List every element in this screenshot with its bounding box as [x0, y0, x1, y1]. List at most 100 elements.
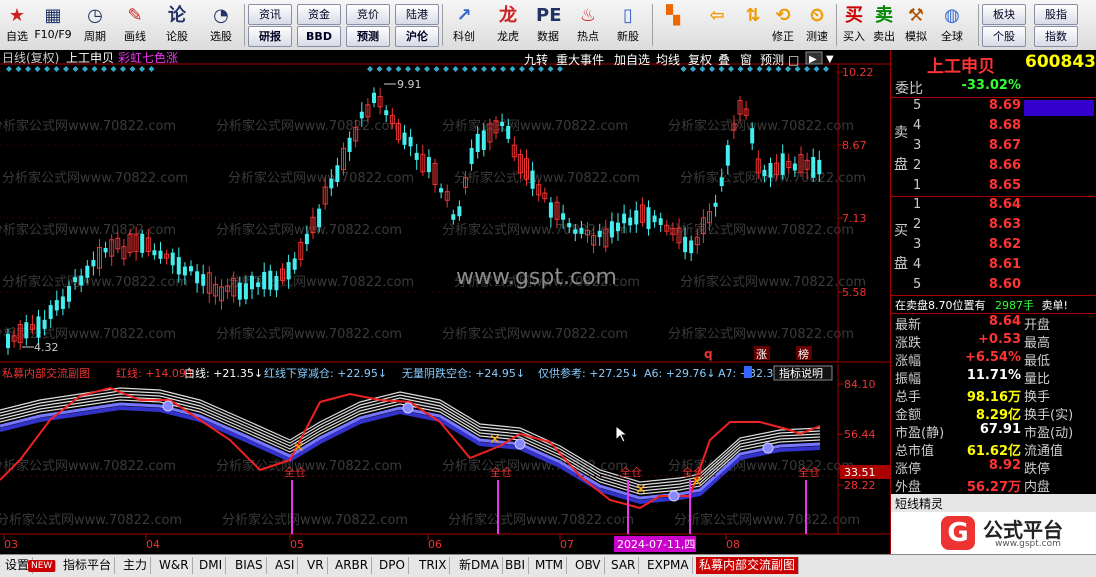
chart-menu-item[interactable]: 叠: [718, 53, 730, 67]
globe-icon: ◍: [944, 5, 960, 26]
科创-button[interactable]: ↗ 科创: [444, 2, 484, 48]
logo-url: www.gspt.com: [995, 539, 1061, 549]
画线-button[interactable]: ✎ 画线: [116, 2, 154, 48]
sell-level-row: 2 8.66: [891, 158, 1096, 178]
bottom-tab[interactable]: MTM: [532, 557, 568, 574]
bottom-tab[interactable]: NEW: [28, 560, 57, 572]
模拟-button[interactable]: ⚒ 模拟: [900, 2, 932, 48]
updown-icon-button[interactable]: ⇅: [736, 2, 770, 48]
level-price: 8.61: [988, 257, 1021, 272]
bottom-tab[interactable]: VR: [304, 557, 328, 574]
toolbar-label: 修正: [772, 30, 794, 43]
bottom-tab[interactable]: 私募内部交流副图: [696, 557, 800, 574]
bottom-tab[interactable]: SAR: [608, 557, 640, 574]
sub-indicator-value: 无量阴跌空仓: +24.95↓: [402, 366, 525, 380]
grid-button[interactable]: 资讯: [248, 4, 292, 25]
event-marker[interactable]: q: [704, 347, 713, 361]
watermark-text: 分析家公式网www.70822.com: [0, 222, 176, 238]
note-right: 卖单!: [1041, 299, 1068, 312]
logo-area: G 公式平台 www.gspt.com: [891, 512, 1096, 554]
stock-name: 上工申贝: [927, 57, 995, 77]
chart-area[interactable]: 分析家公式网www.70822.com 分析家公式网www.70822.com 分析…: [0, 50, 890, 554]
watermark-text: 分析家公式网www.70822.com: [216, 458, 402, 474]
stat-label-right: 最高: [1024, 336, 1051, 351]
period-label: 日线(复权): [2, 51, 59, 65]
chart-menu-item[interactable]: 加自选: [614, 53, 650, 67]
sub-tick-label: 56.44: [844, 428, 876, 441]
bottom-tab[interactable]: ARBR: [332, 557, 373, 574]
bottom-tab[interactable]: BBI: [502, 557, 530, 574]
x-signal-marker: ✕: [635, 482, 647, 498]
全球-button[interactable]: ◍ 全球: [936, 2, 968, 48]
卖出-button[interactable]: 卖卖出: [868, 2, 900, 48]
grid-button[interactable]: 研报: [248, 26, 292, 47]
bottom-tab[interactable]: EXPMA: [644, 557, 693, 574]
note-left: 在卖盘8.70位置有: [895, 299, 986, 312]
sell-level-row: 4 8.68: [891, 118, 1096, 138]
grid-button[interactable]: 陆港: [395, 4, 439, 25]
F10/F9-button[interactable]: ▦ F10/F9: [30, 2, 76, 48]
grid-button[interactable]: BBD: [297, 26, 341, 47]
chart-menu-item[interactable]: □: [788, 53, 799, 67]
论股-button[interactable]: 论论股: [158, 2, 196, 48]
time-tick-label: 07: [560, 538, 574, 551]
周期-button[interactable]: ◷ 周期: [76, 2, 114, 48]
bottom-tab[interactable]: DPO: [376, 557, 409, 574]
toolbar-label: 模拟: [905, 30, 927, 43]
bottom-tab[interactable]: DMI: [196, 557, 227, 574]
stat-label: 金额: [895, 408, 922, 423]
测速-button[interactable]: ⏲ 测速: [800, 2, 834, 48]
grid-button[interactable]: 沪伦: [395, 26, 439, 47]
chart-menu-item[interactable]: 重大事件: [556, 53, 604, 67]
refresh-icon: ⟲: [775, 5, 791, 26]
stat-label: 振幅: [895, 372, 922, 387]
bottom-tab[interactable]: 主力: [120, 557, 152, 574]
gauge-icon: ◔: [213, 5, 229, 26]
新股-button[interactable]: ▯ 新股: [608, 2, 648, 48]
bottom-tab[interactable]: BIAS: [232, 557, 267, 574]
grid-button[interactable]: 板块: [982, 4, 1026, 25]
选股-button[interactable]: ◔ 选股: [202, 2, 240, 48]
stat-label-right: 市盈(动): [1024, 426, 1074, 441]
level-price: 8.69: [988, 98, 1021, 113]
bottom-tab[interactable]: ASI: [272, 557, 299, 574]
grid-button[interactable]: 个股: [982, 26, 1026, 47]
买入-button[interactable]: 买买入: [838, 2, 870, 48]
stat-value: 56.27万: [966, 480, 1021, 495]
grid-button[interactable]: 指数: [1034, 26, 1078, 47]
bottom-tab[interactable]: W&R: [156, 557, 193, 574]
sell-label: 卖: [894, 125, 908, 141]
grid-button[interactable]: 预测: [346, 26, 390, 47]
weibi-value: -33.02%: [961, 78, 1021, 93]
bottom-tab[interactable]: 指标平台: [60, 557, 116, 574]
bottom-tab[interactable]: OBV: [572, 557, 605, 574]
pe-icon: PE: [536, 5, 562, 26]
stock-code: 600843: [1025, 52, 1096, 72]
chart-menu-item[interactable]: 均线: [656, 53, 680, 67]
grid-button[interactable]: 竞价: [346, 4, 390, 25]
sub-indicator-value: 白线: +21.35↓: [184, 366, 263, 380]
chart-menu-item[interactable]: 预测: [760, 53, 784, 67]
龙虎-button[interactable]: 龙龙虎: [488, 2, 528, 48]
chart-svg[interactable]: 分析家公式网www.70822.com 分析家公式网www.70822.com 分析…: [0, 50, 890, 554]
stat-value: 67.91: [979, 422, 1021, 437]
watermark-text: 分析家公式网www.70822.com: [448, 512, 634, 528]
back-arrow-icon-button[interactable]: ⇦: [700, 2, 734, 48]
time-tick-label: 03: [4, 538, 18, 551]
grid-icon-button[interactable]: ▚: [656, 2, 690, 48]
bottom-tab[interactable]: TRIX: [416, 557, 451, 574]
数据-button[interactable]: PE 数据: [528, 2, 568, 48]
热点-button[interactable]: ♨ 热点: [568, 2, 608, 48]
bottom-tab[interactable]: 新DMA: [456, 557, 503, 574]
chart-menu-item[interactable]: 复权: [688, 53, 712, 67]
修正-button[interactable]: ⟲ 修正: [766, 2, 800, 48]
short-sprite-bar[interactable]: 短线精灵: [891, 494, 1096, 512]
event-marker[interactable]: 涨: [756, 348, 767, 361]
chart-menu-item[interactable]: 九转: [524, 52, 548, 67]
grid-button[interactable]: 资金: [297, 4, 341, 25]
grid-button[interactable]: 股指: [1034, 4, 1078, 25]
chart-menu-item[interactable]: 窗: [740, 53, 752, 67]
toolbar-separator: [836, 4, 837, 46]
stat-label-right: 开盘: [1024, 318, 1051, 333]
event-marker[interactable]: 榜: [798, 347, 809, 361]
